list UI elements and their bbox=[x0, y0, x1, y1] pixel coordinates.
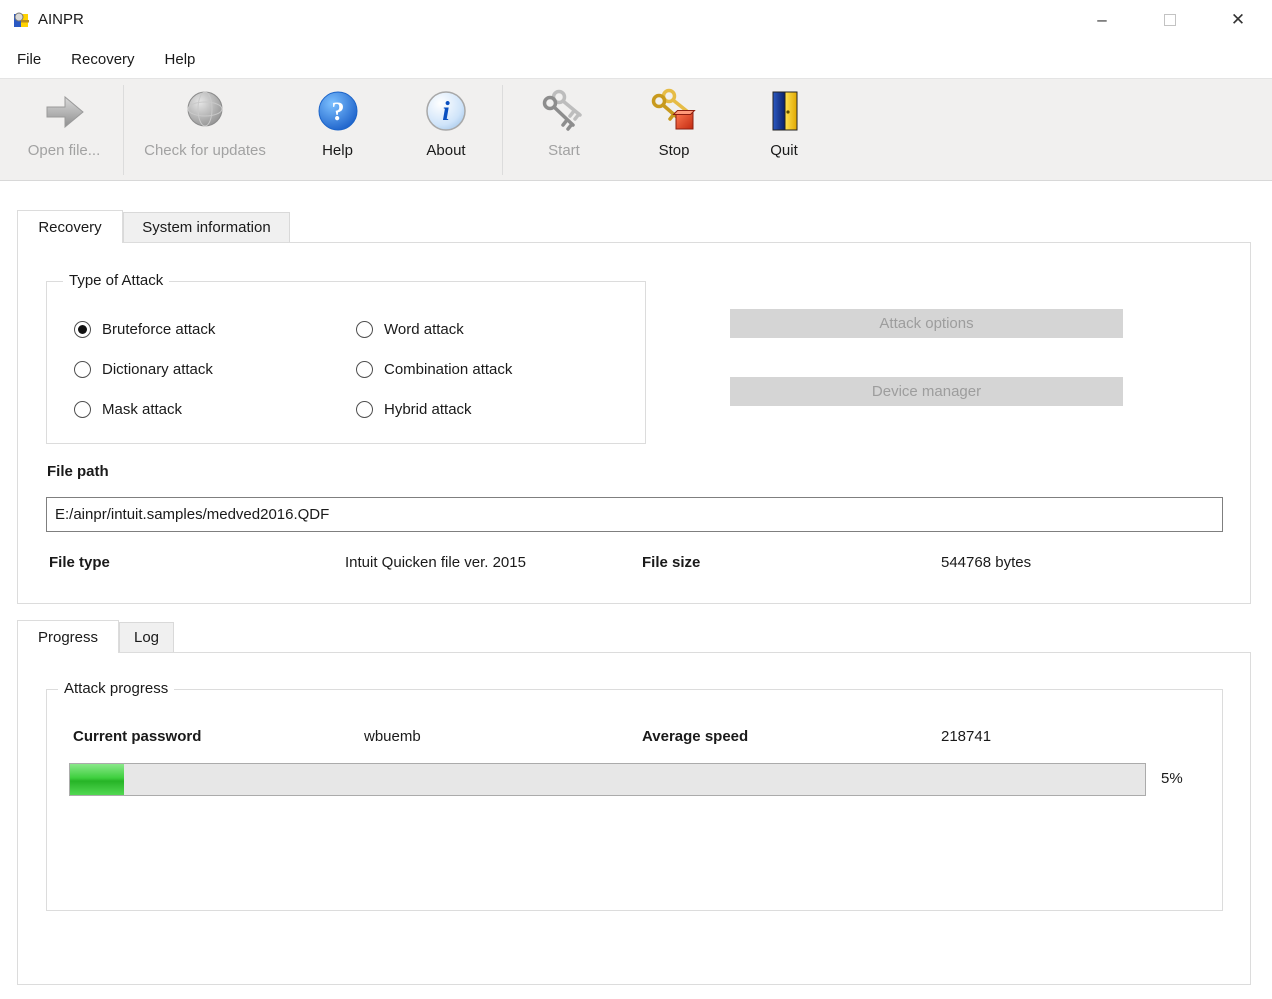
radio-button-icon bbox=[356, 401, 373, 418]
stop-button[interactable]: Stop bbox=[638, 87, 710, 175]
minimize-button[interactable]: – bbox=[1068, 0, 1136, 40]
file-path-label: File path bbox=[47, 463, 109, 480]
radio-bruteforce-attack[interactable]: Bruteforce attack bbox=[74, 318, 215, 340]
radio-button-icon bbox=[74, 361, 91, 378]
type-of-attack-legend: Type of Attack bbox=[63, 272, 169, 289]
start-button[interactable]: Start bbox=[528, 87, 600, 175]
radio-label: Bruteforce attack bbox=[102, 321, 215, 338]
radio-combination-attack[interactable]: Combination attack bbox=[356, 358, 512, 380]
recovery-panel: Type of Attack Bruteforce attack Diction… bbox=[17, 242, 1251, 604]
device-manager-label: Device manager bbox=[872, 383, 981, 400]
current-password-label: Current password bbox=[73, 728, 201, 745]
stop-label: Stop bbox=[659, 142, 690, 159]
progress-bar-fill bbox=[70, 764, 124, 795]
attack-progress-legend: Attack progress bbox=[58, 680, 174, 697]
radio-label: Combination attack bbox=[384, 361, 512, 378]
radio-button-icon bbox=[356, 361, 373, 378]
tab-log-label: Log bbox=[134, 629, 159, 646]
svg-text:?: ? bbox=[331, 97, 344, 126]
tab-progress-label: Progress bbox=[38, 629, 98, 646]
radio-label: Dictionary attack bbox=[102, 361, 213, 378]
current-password-value: wbuemb bbox=[364, 728, 421, 745]
app-icon bbox=[12, 10, 32, 30]
help-icon: ? bbox=[314, 87, 362, 135]
open-file-label: Open file... bbox=[28, 142, 101, 159]
file-size-label: File size bbox=[642, 554, 700, 571]
radio-dictionary-attack[interactable]: Dictionary attack bbox=[74, 358, 213, 380]
titlebar: AINPR – ✕ bbox=[0, 0, 1272, 40]
toolbar-separator bbox=[123, 85, 124, 175]
window-title: AINPR bbox=[38, 0, 84, 40]
radio-button-icon bbox=[356, 321, 373, 338]
keys-gray-icon bbox=[540, 87, 588, 135]
average-speed-value: 218741 bbox=[941, 728, 991, 745]
quit-button[interactable]: Quit bbox=[748, 87, 820, 175]
progress-percent: 5% bbox=[1161, 770, 1183, 787]
tab-recovery[interactable]: Recovery bbox=[17, 210, 123, 243]
quit-label: Quit bbox=[770, 142, 798, 159]
radio-mask-attack[interactable]: Mask attack bbox=[74, 398, 182, 420]
file-type-label: File type bbox=[49, 554, 110, 571]
maximize-button[interactable] bbox=[1136, 0, 1204, 40]
maximize-icon bbox=[1164, 14, 1176, 26]
minimize-icon: – bbox=[1097, 10, 1106, 30]
menubar: File Recovery Help bbox=[0, 40, 1272, 78]
close-icon: ✕ bbox=[1231, 10, 1245, 30]
radio-label: Hybrid attack bbox=[384, 401, 472, 418]
radio-button-icon bbox=[74, 401, 91, 418]
about-icon: i bbox=[422, 87, 470, 135]
help-button[interactable]: ? Help bbox=[300, 87, 375, 175]
svg-text:i: i bbox=[442, 96, 450, 126]
attack-options-label: Attack options bbox=[879, 315, 973, 332]
check-updates-button[interactable]: Check for updates bbox=[130, 87, 280, 175]
device-manager-button[interactable]: Device manager bbox=[730, 377, 1123, 406]
menu-recovery[interactable]: Recovery bbox=[56, 43, 149, 76]
app-window: { "window": { "title": "AINPR", "control… bbox=[0, 0, 1272, 999]
toolbar-separator bbox=[502, 85, 503, 175]
help-label: Help bbox=[322, 142, 353, 159]
tab-progress[interactable]: Progress bbox=[17, 620, 119, 653]
tab-log[interactable]: Log bbox=[119, 622, 174, 653]
start-label: Start bbox=[548, 142, 580, 159]
check-updates-label: Check for updates bbox=[144, 142, 266, 159]
tab-system-information-label: System information bbox=[142, 219, 270, 236]
about-button[interactable]: i About bbox=[408, 87, 484, 175]
about-label: About bbox=[426, 142, 465, 159]
radio-hybrid-attack[interactable]: Hybrid attack bbox=[356, 398, 472, 420]
type-of-attack-group: Type of Attack Bruteforce attack Diction… bbox=[46, 281, 646, 444]
menu-file[interactable]: File bbox=[2, 43, 56, 76]
open-file-button[interactable]: Open file... bbox=[8, 87, 120, 175]
attack-progress-bar bbox=[69, 763, 1146, 796]
keys-stop-icon bbox=[650, 87, 698, 135]
radio-label: Word attack bbox=[384, 321, 464, 338]
globe-icon bbox=[181, 87, 229, 135]
tab-recovery-label: Recovery bbox=[38, 219, 101, 236]
progress-panel: Attack progress Current password wbuemb … bbox=[17, 652, 1251, 985]
toolbar: Open file... Check for updates ? Help bbox=[0, 78, 1272, 181]
quit-door-icon bbox=[760, 87, 808, 135]
file-type-value: Intuit Quicken file ver. 2015 bbox=[345, 554, 526, 571]
file-size-value: 544768 bytes bbox=[941, 554, 1031, 571]
radio-button-icon bbox=[74, 321, 91, 338]
average-speed-label: Average speed bbox=[642, 728, 748, 745]
radio-label: Mask attack bbox=[102, 401, 182, 418]
open-file-icon bbox=[40, 87, 88, 135]
menu-help[interactable]: Help bbox=[150, 43, 211, 76]
radio-word-attack[interactable]: Word attack bbox=[356, 318, 464, 340]
close-button[interactable]: ✕ bbox=[1204, 0, 1272, 40]
attack-options-button[interactable]: Attack options bbox=[730, 309, 1123, 338]
file-path-input[interactable] bbox=[46, 497, 1223, 532]
tab-system-information[interactable]: System information bbox=[123, 212, 290, 243]
attack-progress-group: Attack progress bbox=[46, 689, 1223, 911]
